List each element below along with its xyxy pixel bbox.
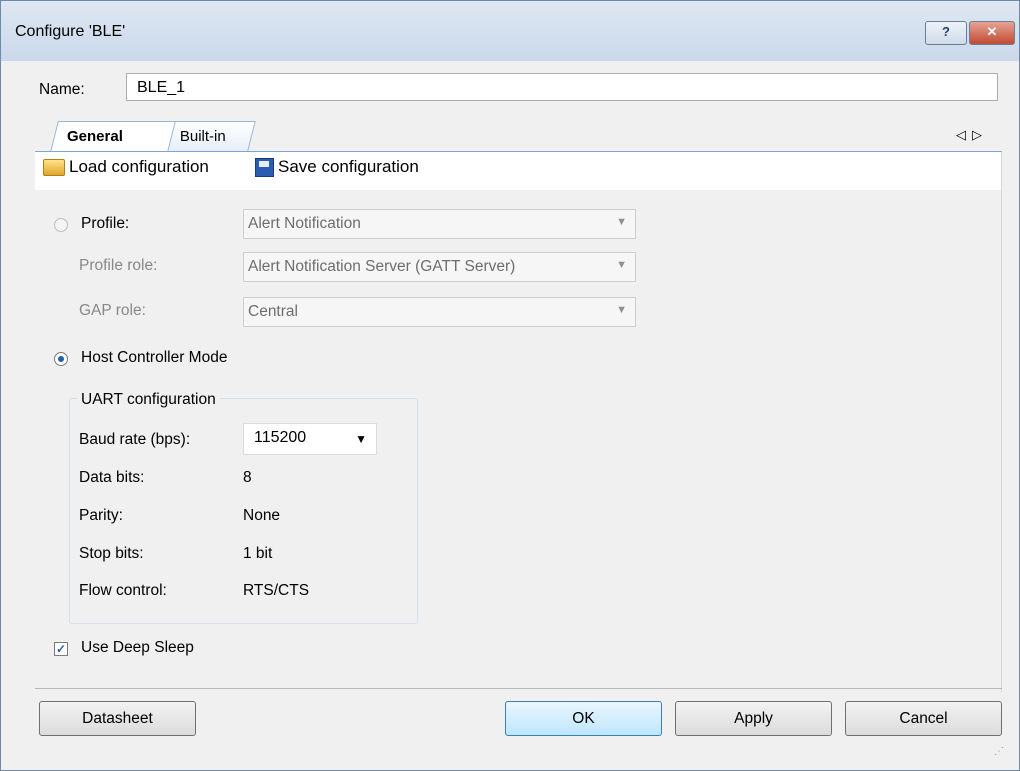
resize-grip-icon[interactable]: ⋰ bbox=[994, 746, 1004, 757]
baud-rate-value: 115200 bbox=[254, 429, 307, 446]
apply-button[interactable]: Apply bbox=[675, 701, 832, 736]
uart-configuration-title: UART configuration bbox=[77, 391, 220, 409]
tab-scroll-right-icon[interactable]: ▷ bbox=[972, 127, 988, 142]
profile-role-select[interactable]: Alert Notification Server (GATT Server) … bbox=[243, 252, 636, 282]
flow-control-label: Flow control: bbox=[79, 582, 167, 599]
dialog-body: Name: BLE_1 Built-in General ◁▷ Load con… bbox=[9, 61, 1010, 762]
parity-value: None bbox=[243, 507, 281, 524]
datasheet-button[interactable]: Datasheet bbox=[39, 701, 196, 736]
chevron-down-icon: ▼ bbox=[616, 259, 627, 271]
flow-control-value: RTS/CTS bbox=[243, 582, 310, 599]
folder-open-icon bbox=[43, 158, 65, 176]
cancel-button[interactable]: Cancel bbox=[845, 701, 1002, 736]
floppy-disk-icon bbox=[255, 157, 274, 177]
tab-built-in-label: Built-in bbox=[179, 128, 226, 145]
tab-scroll-arrows: ◁▷ bbox=[956, 127, 988, 143]
save-configuration-label: Save configuration bbox=[278, 157, 419, 176]
chevron-down-icon: ▼ bbox=[616, 304, 627, 316]
title-bar: Configure 'BLE' ? ✕ bbox=[1, 1, 1019, 61]
deep-sleep-label: Use Deep Sleep bbox=[81, 639, 194, 656]
tab-general[interactable]: General bbox=[50, 121, 176, 152]
close-button[interactable]: ✕ bbox=[969, 21, 1015, 45]
help-button[interactable]: ? bbox=[925, 21, 967, 45]
data-bits-value: 8 bbox=[243, 469, 252, 486]
configure-dialog: Configure 'BLE' ? ✕ Name: BLE_1 Built-in… bbox=[0, 0, 1020, 771]
window-title: Configure 'BLE' bbox=[15, 23, 126, 40]
deep-sleep-checkbox[interactable]: ✓ bbox=[54, 642, 68, 656]
profile-select[interactable]: Alert Notification ▼ bbox=[243, 209, 636, 239]
profile-role-value: Alert Notification Server (GATT Server) bbox=[248, 258, 516, 275]
profile-label: Profile: bbox=[81, 215, 130, 232]
parity-label: Parity: bbox=[79, 507, 123, 524]
load-configuration-button[interactable]: Load configuration bbox=[43, 157, 209, 177]
profile-select-value: Alert Notification bbox=[248, 215, 361, 232]
checkmark-icon: ✓ bbox=[55, 642, 67, 656]
host-controller-radio[interactable] bbox=[54, 352, 68, 366]
name-label: Name: bbox=[39, 81, 85, 98]
tab-general-label: General bbox=[67, 128, 123, 145]
profile-role-label: Profile role: bbox=[79, 257, 158, 274]
tab-built-in[interactable]: Built-in bbox=[163, 121, 256, 151]
gap-role-value: Central bbox=[248, 303, 298, 320]
save-configuration-button[interactable]: Save configuration bbox=[255, 157, 419, 177]
name-input[interactable]: BLE_1 bbox=[126, 73, 998, 101]
ok-button[interactable]: OK bbox=[505, 701, 662, 736]
chevron-down-icon: ▼ bbox=[355, 432, 367, 446]
host-controller-label: Host Controller Mode bbox=[81, 349, 228, 366]
profile-radio[interactable] bbox=[54, 218, 68, 232]
stop-bits-value: 1 bit bbox=[243, 545, 273, 562]
gap-role-select[interactable]: Central ▼ bbox=[243, 297, 636, 327]
data-bits-label: Data bits: bbox=[79, 469, 145, 486]
chevron-down-icon: ▼ bbox=[616, 216, 627, 228]
button-separator bbox=[35, 688, 1002, 689]
baud-rate-label: Baud rate (bps): bbox=[79, 431, 191, 448]
baud-rate-select[interactable]: 115200 ▼ bbox=[243, 423, 377, 455]
gap-role-label: GAP role: bbox=[79, 302, 146, 319]
stop-bits-label: Stop bits: bbox=[79, 545, 144, 562]
load-configuration-label: Load configuration bbox=[69, 157, 209, 176]
tab-scroll-left-icon[interactable]: ◁ bbox=[956, 127, 972, 142]
